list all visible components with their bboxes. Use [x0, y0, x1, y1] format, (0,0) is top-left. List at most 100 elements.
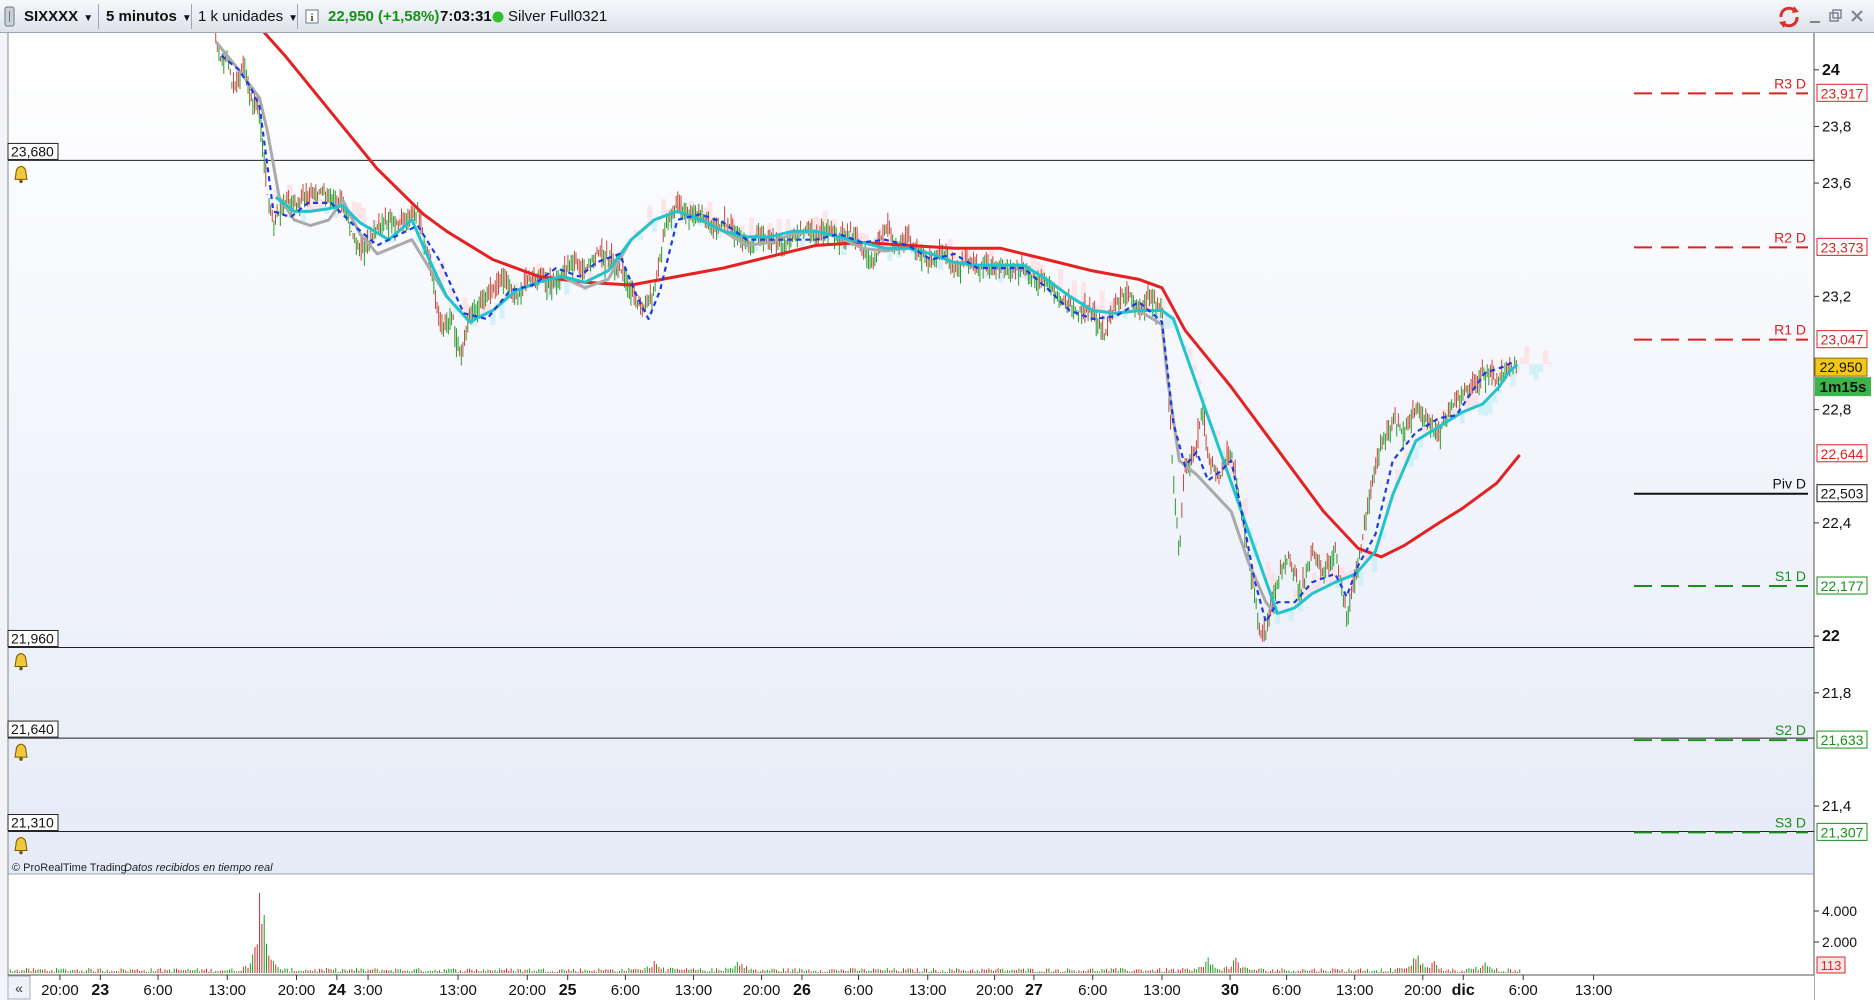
units-selector[interactable]: 1 k unidades ▼: [198, 0, 298, 33]
time-tick-label: 13:00: [1143, 982, 1181, 999]
pivot-value: 21,307: [1821, 824, 1864, 840]
time-tick-label: 20:00: [41, 982, 79, 999]
time-tick-label: 13:00: [909, 982, 947, 999]
cloud-segment: [1372, 555, 1378, 573]
cloud-segment: [1030, 256, 1036, 270]
units-label: 1 k unidades: [198, 8, 284, 25]
minimize-icon[interactable]: [1808, 0, 1822, 33]
time-tick-label: 20:00: [976, 982, 1014, 999]
connection-status-icon: [492, 0, 504, 33]
cloud-segment: [688, 201, 694, 216]
toolbar: SIXXXX ▼ 5 minutos ▼ 1 k unidades ▼ i 22,95…: [0, 0, 1874, 33]
time-tick-label: 30: [1221, 982, 1239, 999]
account-label: Silver Full0321: [508, 8, 608, 25]
cloud-segment: [1533, 364, 1539, 381]
last-price-change: 22,950 (+1,58%): [328, 8, 440, 25]
time-tick-label: 13:00: [1336, 982, 1374, 999]
price-tick-label: 21,4: [1822, 798, 1851, 815]
cloud-segment: [499, 304, 505, 319]
time-tick-label: 6:00: [844, 982, 873, 999]
double-chevron-left-icon: «: [15, 980, 23, 996]
price-tick-label: 21,8: [1822, 685, 1851, 702]
bell-clapper: [19, 850, 23, 855]
price-tick-label: 24: [1822, 62, 1840, 79]
timeframe-selector[interactable]: 5 minutos ▼: [106, 0, 192, 33]
pivot-name: R2 D: [1774, 229, 1806, 245]
cloud-segment: [813, 216, 819, 232]
cloud-segment: [351, 201, 357, 215]
cloud-segment: [1524, 346, 1530, 365]
time-tick-label: dic: [1452, 982, 1475, 999]
quote-time: 7:03:31: [440, 8, 492, 25]
plot-background: [8, 33, 1814, 874]
symbol-selector[interactable]: SIXXXX ▼: [24, 0, 93, 33]
price-tick-label: 22: [1822, 628, 1840, 645]
timeframe-label: 5 minutos: [106, 8, 177, 25]
copyright-label: © ProRealTime Trading: [12, 862, 127, 874]
cloud-segment: [361, 207, 367, 224]
cloud-segment: [818, 218, 824, 232]
price-chart[interactable]: 23,680 21,960 21,640 21,310 R3 D 23,917 R2 D 2…: [0, 33, 1874, 1000]
cloud-segment: [1487, 399, 1493, 414]
cloud-segment: [356, 202, 362, 220]
volume-tick-label: 2.000: [1822, 934, 1857, 950]
pivot-name: Piv D: [1773, 476, 1806, 492]
refresh-icon[interactable]: [1776, 0, 1802, 33]
cloud-segment: [1071, 280, 1077, 298]
divider: [98, 4, 99, 29]
cloud-segment: [748, 217, 754, 237]
cloud-segment: [1358, 571, 1364, 586]
cloud-segment: [1547, 362, 1553, 365]
time-tick-label: 20:00: [278, 982, 316, 999]
time-tick-label: 27: [1025, 982, 1043, 999]
time-tick-label: 20:00: [743, 982, 781, 999]
price-tick-label: 22,4: [1822, 515, 1851, 532]
alert-line-label: 21,960: [11, 630, 54, 646]
time-tick-label: 13:00: [675, 982, 713, 999]
cloud-segment: [301, 211, 307, 223]
time-tick-label: 13:00: [1575, 982, 1613, 999]
volume-layer: [9, 892, 1521, 973]
cloud-segment: [1039, 265, 1045, 276]
bell-clapper: [19, 179, 23, 184]
pivot-name: S1 D: [1775, 568, 1806, 584]
time-tick-label: 3:00: [353, 982, 382, 999]
time-tick-label: 6:00: [143, 982, 172, 999]
time-tick-label: 6:00: [1272, 982, 1301, 999]
symbol-label: SIXXXX: [24, 8, 79, 25]
time-tick-label: 24: [328, 982, 346, 999]
time-tick-label: 23: [91, 982, 109, 999]
pivot-value: 21,633: [1821, 732, 1864, 748]
time-tick-label: 13:00: [208, 982, 246, 999]
scroll-left-button[interactable]: «: [7, 975, 31, 1000]
alert-line-label: 21,640: [11, 721, 54, 737]
cloud-segment: [1108, 301, 1114, 313]
time-tick-label: 6:00: [611, 982, 640, 999]
cloud-segment: [1519, 357, 1525, 365]
time-tick-label: 20:00: [1404, 982, 1442, 999]
pivot-name: S3 D: [1775, 814, 1806, 830]
time-tick-label: 26: [793, 982, 811, 999]
info-icon[interactable]: i: [305, 0, 319, 33]
time-tick-label: 20:00: [509, 982, 547, 999]
svg-text:i: i: [311, 13, 314, 24]
price-tick-label: 23,6: [1822, 175, 1851, 192]
last-price-value: 22,950: [1820, 359, 1863, 375]
volume-value: 113: [1821, 958, 1842, 973]
bell-clapper: [19, 666, 23, 671]
cloud-segment: [1035, 261, 1041, 273]
alert-line-label: 23,680: [11, 143, 54, 159]
pivot-value: 23,047: [1821, 332, 1864, 348]
left-edge: [0, 33, 8, 1000]
alert-line-label: 21,310: [11, 815, 54, 831]
cloud-segment: [1081, 282, 1087, 304]
ma-value: 22,644: [1821, 446, 1864, 462]
restore-icon[interactable]: [1828, 0, 1842, 33]
cloud-segment: [462, 297, 468, 315]
pivot-name: R3 D: [1774, 75, 1806, 91]
cloud-segment: [651, 221, 657, 232]
window-grip-icon[interactable]: [4, 0, 16, 33]
close-icon[interactable]: [1850, 0, 1864, 33]
time-tick-label: 6:00: [1509, 982, 1538, 999]
time-tick-label: 25: [559, 982, 577, 999]
